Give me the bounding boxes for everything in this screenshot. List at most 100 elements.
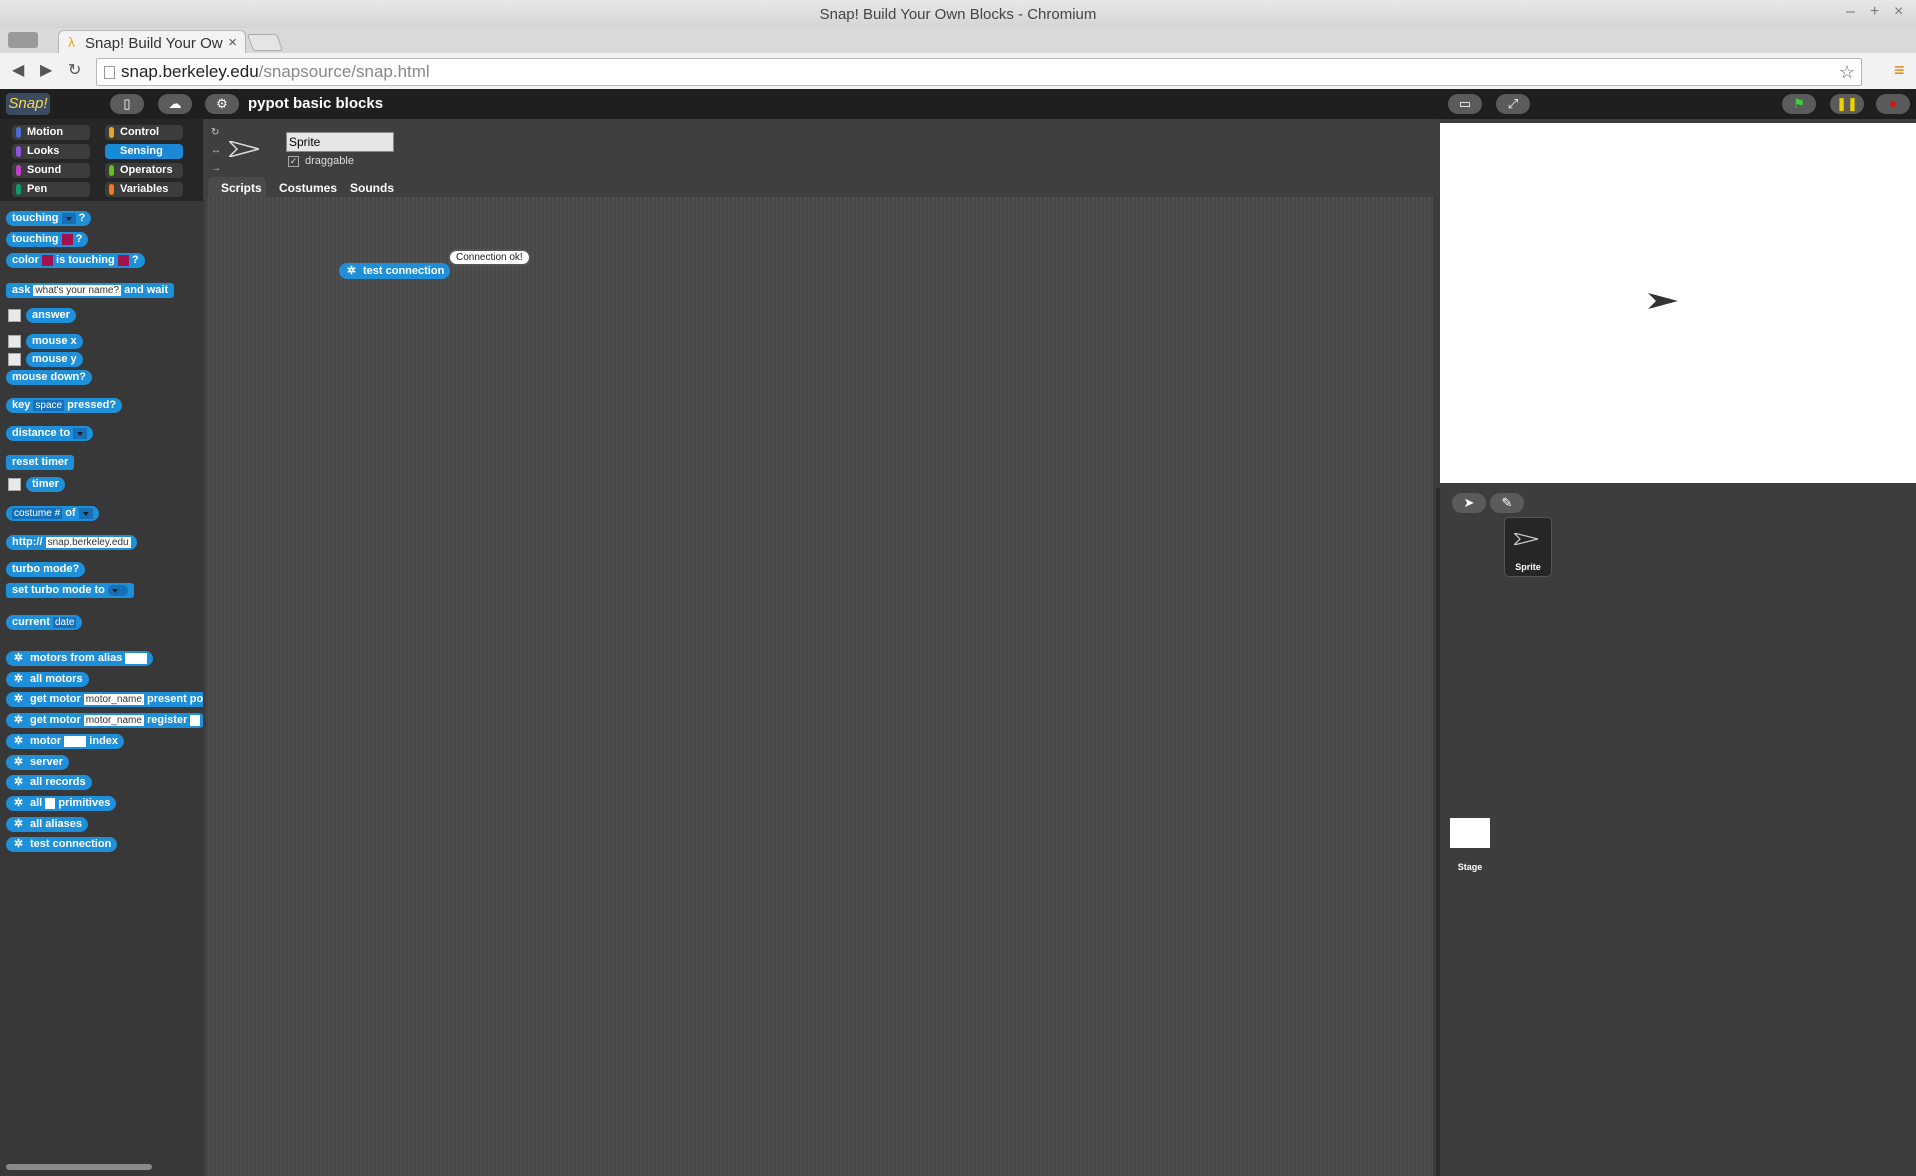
block-turbo-mode[interactable]: turbo mode? — [6, 562, 86, 577]
block-set-turbo-mode[interactable]: set turbo mode to — [6, 583, 134, 598]
sprite-thumbnail[interactable]: Sprite — [1504, 517, 1552, 577]
block-mouse-down[interactable]: mouse down? — [6, 370, 92, 385]
motor-name-input[interactable]: motor_name — [83, 693, 144, 705]
stop-button[interactable]: ● — [1876, 94, 1910, 114]
snap-logo[interactable]: Snap! — [6, 93, 50, 115]
maximize-icon[interactable]: + — [1870, 3, 1879, 21]
block-all-aliases[interactable]: ✲ all aliases — [6, 817, 88, 832]
block-answer[interactable]: answer — [26, 308, 76, 323]
register-input[interactable] — [190, 714, 201, 726]
answer-checkbox[interactable] — [8, 309, 21, 322]
new-tab-button[interactable] — [246, 34, 284, 51]
category-sensing[interactable]: Sensing — [105, 144, 183, 159]
block-all-primitives[interactable]: ✲ all primitives — [6, 796, 117, 811]
rotation-style-icon[interactable]: ↻ — [211, 127, 219, 138]
category-sound[interactable]: Sound — [12, 163, 90, 178]
rotation-lr-icon[interactable]: ↔ — [211, 145, 221, 156]
browser-menu-icon[interactable]: ≡ — [1894, 60, 1905, 81]
green-flag-button[interactable]: ⚑ — [1782, 94, 1816, 114]
block-motor-index[interactable]: ✲ motor index — [6, 734, 125, 749]
category-pen[interactable]: Pen — [12, 182, 90, 197]
cloud-button[interactable]: ☁ — [158, 94, 192, 114]
category-variables[interactable]: Variables — [105, 182, 183, 197]
browser-tab[interactable]: λ Snap! Build Your Ow × — [58, 30, 246, 54]
reload-icon[interactable]: ↻ — [68, 60, 81, 80]
block-all-records[interactable]: ✲ all records — [6, 775, 92, 790]
bookmark-star-icon[interactable]: ☆ — [1839, 59, 1855, 85]
timer-checkbox[interactable] — [8, 478, 21, 491]
block-test-connection[interactable]: ✲ test connection — [6, 837, 118, 852]
block-motors-from-alias[interactable]: ✲ motors from alias — [6, 651, 154, 666]
block-touching-color[interactable]: touching ? — [6, 232, 89, 247]
close-window-icon[interactable]: × — [1894, 3, 1903, 21]
no-rotation-icon[interactable]: → — [211, 163, 221, 174]
url-path: /snapsource/snap.html — [258, 62, 430, 81]
block-distance-to[interactable]: distance to — [6, 426, 94, 441]
distance-dropdown[interactable] — [73, 427, 88, 439]
block-mouse-y[interactable]: mouse y — [26, 352, 83, 367]
forward-icon[interactable]: ▶ — [40, 60, 52, 80]
block-touching[interactable]: touching ? — [6, 211, 92, 226]
block-ask-and-wait[interactable]: ask what's your name? and wait — [6, 283, 175, 298]
paint-new-sprite-button[interactable]: ✎ — [1490, 493, 1524, 513]
ask-input[interactable]: what's your name? — [33, 284, 122, 296]
boolean-slot[interactable] — [107, 584, 128, 596]
block-current-date[interactable]: current date — [6, 615, 83, 630]
category-operators[interactable]: Operators — [105, 163, 183, 178]
tab-close-icon[interactable]: × — [228, 34, 237, 51]
fullscreen-button[interactable]: ⤢ — [1496, 94, 1530, 114]
tab-sounds[interactable]: Sounds — [344, 177, 400, 199]
motor-name-input[interactable]: motor_name — [83, 714, 144, 726]
block-text: all — [30, 797, 43, 809]
color-slot[interactable] — [41, 254, 53, 266]
category-looks[interactable]: Looks — [12, 144, 90, 159]
block-server[interactable]: ✲ server — [6, 755, 70, 770]
category-label: Sound — [27, 164, 62, 176]
settings-gear-button[interactable]: ⚙ — [205, 94, 239, 114]
block-key-pressed[interactable]: key space pressed? — [6, 398, 123, 413]
sprite-name-input[interactable] — [286, 132, 394, 152]
block-http[interactable]: http:// snap.berkeley.edu — [6, 535, 137, 550]
address-bar[interactable]: snap.berkeley.edu/snapsource/snap.html ☆ — [96, 58, 1862, 86]
object-dropdown[interactable] — [78, 507, 93, 519]
mouse-y-checkbox[interactable] — [8, 353, 21, 366]
block-get-motor-present-position[interactable]: ✲ get motor motor_name present po — [6, 692, 203, 707]
draggable-checkbox[interactable]: ✓ — [288, 156, 299, 167]
motor-index-input[interactable] — [64, 735, 87, 747]
touching-dropdown[interactable] — [61, 212, 76, 224]
date-dropdown[interactable]: date — [52, 616, 77, 628]
tab-costumes[interactable]: Costumes — [275, 177, 339, 199]
mouse-x-checkbox[interactable] — [8, 335, 21, 348]
minimize-icon[interactable]: – — [1846, 3, 1855, 21]
category-motion[interactable]: Motion — [12, 125, 90, 140]
primitives-input[interactable] — [45, 797, 56, 809]
palette-scrollbar[interactable] — [6, 1164, 152, 1170]
alias-input[interactable] — [125, 652, 148, 664]
key-dropdown[interactable]: space — [33, 399, 65, 411]
block-attribute-of[interactable]: costume # of — [6, 506, 99, 521]
add-turtle-sprite-button[interactable]: ➤ — [1452, 493, 1486, 513]
stage-thumbnail[interactable] — [1450, 818, 1490, 848]
block-get-motor-register[interactable]: ✲ get motor motor_name register — [6, 713, 203, 728]
file-menu-button[interactable]: ▯ — [110, 94, 144, 114]
block-timer[interactable]: timer — [26, 477, 65, 492]
color-slot[interactable] — [61, 233, 73, 245]
url-input[interactable]: snap.berkeley.edu — [45, 536, 131, 548]
category-control[interactable]: Control — [105, 125, 183, 140]
color-slot[interactable] — [117, 254, 129, 266]
block-reset-timer[interactable]: reset timer — [6, 455, 75, 470]
robot-icon: ✲ — [13, 735, 24, 747]
stage-sprite-arrow-icon[interactable] — [1648, 293, 1678, 309]
tab-scripts[interactable]: Scripts — [208, 177, 266, 199]
stage-size-button[interactable]: ▭ — [1448, 94, 1482, 114]
block-all-motors[interactable]: ✲ all motors — [6, 672, 89, 687]
control-dot-icon — [109, 127, 114, 138]
script-test-connection-block[interactable]: ✲ test connection — [339, 263, 451, 279]
block-mouse-x[interactable]: mouse x — [26, 334, 83, 349]
stage[interactable] — [1440, 123, 1916, 483]
attribute-dropdown[interactable]: costume # — [12, 507, 63, 519]
block-color-touching-color[interactable]: color is touching ? — [6, 253, 145, 268]
pause-button[interactable]: ❚❚ — [1830, 94, 1864, 114]
scripting-area[interactable]: ✲ test connection Connection ok! — [206, 197, 1433, 1176]
back-icon[interactable]: ◀ — [12, 60, 24, 80]
